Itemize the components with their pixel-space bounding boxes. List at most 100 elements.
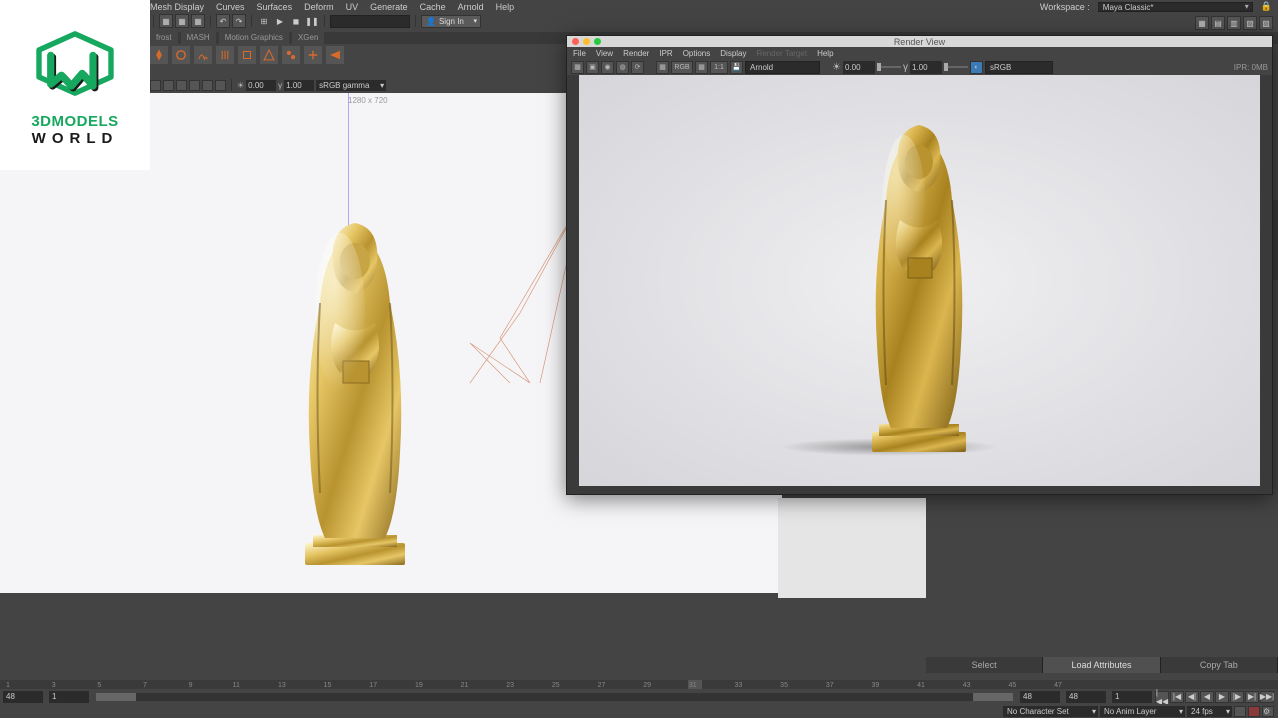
workspace-dropdown[interactable]: Maya Classic* <box>1098 2 1253 12</box>
rv-exposure-slider[interactable] <box>877 61 901 74</box>
shelf-icon-3[interactable] <box>194 46 212 64</box>
anim-layer-dropdown[interactable]: No Anim Layer <box>1100 706 1185 717</box>
lock-icon[interactable]: 🔒 <box>1261 1 1272 12</box>
maximize-icon[interactable] <box>594 38 601 45</box>
rv-grid-icon[interactable]: ▦ <box>656 61 669 74</box>
rv-ipr-icon[interactable]: ◍ <box>616 61 629 74</box>
range-start-in[interactable]: 1 <box>49 691 89 703</box>
go-start-button[interactable]: |◀◀ <box>1155 691 1169 703</box>
rv-gamma-input[interactable]: 1.00 <box>910 61 942 74</box>
tool-settings-icon[interactable]: ▧ <box>1243 16 1257 30</box>
pref-icon[interactable]: ⚙ <box>1262 706 1274 717</box>
rv-ratio-button[interactable]: 1:1 <box>710 61 728 74</box>
menu-arnold[interactable]: Arnold <box>458 2 484 12</box>
range-track[interactable] <box>96 693 1013 701</box>
rv-colorspace-dropdown[interactable]: sRGB gamma <box>985 61 1053 74</box>
rv-gamma-slider[interactable] <box>944 61 968 74</box>
vp-icon[interactable] <box>189 80 200 91</box>
attr-load-tab[interactable]: Load Attributes <box>1043 657 1160 673</box>
shelf-icon-2[interactable] <box>172 46 190 64</box>
signin-button[interactable]: 👤Sign In <box>421 15 481 28</box>
attr-editor-icon[interactable]: ▥ <box>1227 16 1241 30</box>
redo-icon[interactable]: ↷ <box>232 14 246 28</box>
rv-exposure-input[interactable]: 0.00 <box>843 61 875 74</box>
snap-icon[interactable]: ⊞ <box>257 14 271 28</box>
vp-exposure-input[interactable]: 0.00 <box>246 80 276 91</box>
vp-colorspace-dropdown[interactable]: sRGB gamma <box>316 80 386 91</box>
play-back-button[interactable]: ◀ <box>1200 691 1214 703</box>
menu-help[interactable]: Help <box>496 2 515 12</box>
shelf-icon-6[interactable] <box>260 46 278 64</box>
range-end-in[interactable]: 48 <box>1020 691 1060 703</box>
vp-icon[interactable] <box>215 80 226 91</box>
rv-keep-icon[interactable]: ▦ <box>695 61 708 74</box>
range-handle-left[interactable] <box>96 693 136 701</box>
current-frame-input[interactable]: 1 <box>1112 691 1152 703</box>
rv-menu-render[interactable]: Render <box>623 49 649 58</box>
rv-menu-ipr[interactable]: IPR <box>659 49 672 58</box>
vp-icon[interactable] <box>163 80 174 91</box>
channel-box-icon[interactable]: ▨ <box>1259 16 1273 30</box>
rv-snapshot-icon[interactable]: ◉ <box>601 61 614 74</box>
range-handle-right[interactable] <box>973 693 1013 701</box>
play-icon[interactable]: ▶ <box>273 14 287 28</box>
set-key-icon[interactable] <box>1248 706 1260 717</box>
close-icon[interactable] <box>572 38 579 45</box>
rv-menu-help[interactable]: Help <box>817 49 833 58</box>
menu-mesh-display[interactable]: Mesh Display <box>150 2 204 12</box>
shelf-icon-4[interactable] <box>216 46 234 64</box>
rv-save-icon[interactable]: 💾 <box>730 61 743 74</box>
menu-uv[interactable]: UV <box>346 2 359 12</box>
stop-icon[interactable]: ◼ <box>289 14 303 28</box>
shelf-tab-mash[interactable]: MASH <box>181 32 216 44</box>
rv-render-icon[interactable]: ▦ <box>571 61 584 74</box>
step-back-button[interactable]: ◀| <box>1185 691 1199 703</box>
step-fwd-key-button[interactable]: ▶| <box>1245 691 1259 703</box>
rv-menu-file[interactable]: File <box>573 49 586 58</box>
rv-renderer-dropdown[interactable]: Arnold Renderer <box>745 61 820 74</box>
menu-surfaces[interactable]: Surfaces <box>257 2 293 12</box>
step-back-key-button[interactable]: |◀ <box>1170 691 1184 703</box>
attr-select-tab[interactable]: Select <box>926 657 1043 673</box>
rv-menu-rendertarget[interactable]: Render Target <box>757 49 808 58</box>
shelf-tab-motiongraphics[interactable]: Motion Graphics <box>219 32 289 44</box>
fps-dropdown[interactable]: 24 fps <box>1187 706 1232 717</box>
menu-curves[interactable]: Curves <box>216 2 245 12</box>
time-slider[interactable]: 1357911131517192123252729313335373941434… <box>0 680 1278 689</box>
minimize-icon[interactable] <box>583 38 590 45</box>
rv-refresh-icon[interactable]: ⟳ <box>631 61 644 74</box>
rv-rgb-button[interactable]: RGB <box>671 61 693 74</box>
shelf-tab-xgen[interactable]: XGen <box>292 32 324 44</box>
go-end-button[interactable]: ▶▶| <box>1260 691 1274 703</box>
shelf-tab-frost[interactable]: frost <box>150 32 178 44</box>
rv-colormgmt-icon[interactable]: ◐ <box>970 61 983 74</box>
rv-region-icon[interactable]: ▣ <box>586 61 599 74</box>
shelf-icon-7[interactable] <box>282 46 300 64</box>
command-input[interactable] <box>330 15 410 28</box>
menu-cache[interactable]: Cache <box>420 2 446 12</box>
open-scene-icon[interactable]: ▦ <box>175 14 189 28</box>
vp-gamma-input[interactable]: 1.00 <box>284 80 314 91</box>
outliner-toggle-icon[interactable]: ▤ <box>1211 16 1225 30</box>
vp-icon[interactable] <box>176 80 187 91</box>
undo-icon[interactable]: ↶ <box>216 14 230 28</box>
shelf-icon-5[interactable] <box>238 46 256 64</box>
render-view-canvas[interactable] <box>579 75 1260 486</box>
attr-copy-tab[interactable]: Copy Tab <box>1161 657 1278 673</box>
rv-menu-display[interactable]: Display <box>720 49 746 58</box>
autokey-icon[interactable] <box>1234 706 1246 717</box>
save-scene-icon[interactable]: ▦ <box>191 14 205 28</box>
new-scene-icon[interactable]: ▦ <box>159 14 173 28</box>
range-start-out[interactable]: 48 <box>3 691 43 703</box>
pause-icon[interactable]: ❚❚ <box>305 14 319 28</box>
shelf-icon-8[interactable] <box>304 46 322 64</box>
render-view-titlebar[interactable]: Render View <box>567 36 1272 47</box>
rv-menu-options[interactable]: Options <box>683 49 711 58</box>
vp-icon[interactable] <box>150 80 161 91</box>
play-fwd-button[interactable]: ▶ <box>1215 691 1229 703</box>
modeling-toolkit-icon[interactable]: ▦ <box>1195 16 1209 30</box>
vp-icon[interactable] <box>202 80 213 91</box>
rv-menu-view[interactable]: View <box>596 49 613 58</box>
shelf-icon-1[interactable] <box>150 46 168 64</box>
character-set-dropdown[interactable]: No Character Set <box>1003 706 1098 717</box>
